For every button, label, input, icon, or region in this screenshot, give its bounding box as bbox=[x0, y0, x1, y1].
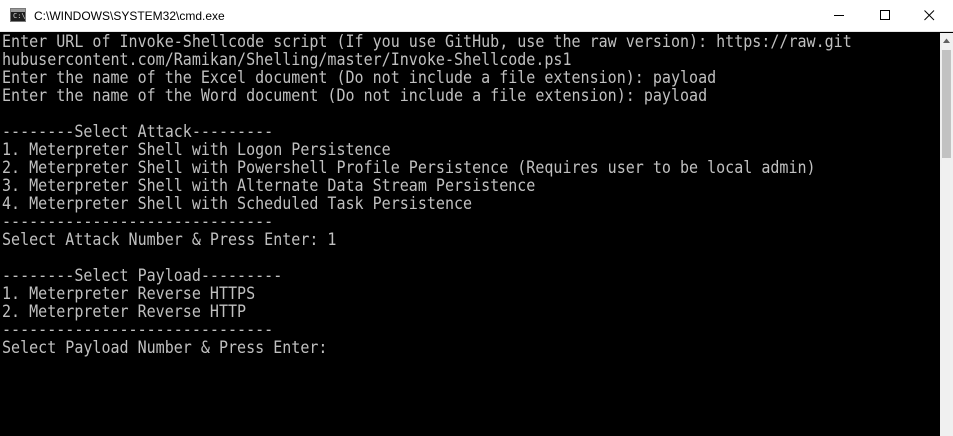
scroll-up-button[interactable] bbox=[940, 33, 953, 49]
console-line: ------------------------------ bbox=[2, 212, 274, 231]
cmd-icon[interactable]: C:\ bbox=[10, 8, 26, 22]
console-line: 1. Meterpreter Shell with Logon Persiste… bbox=[2, 140, 391, 159]
cmd-icon-glyph: C:\ bbox=[13, 12, 26, 20]
console-output[interactable]: Enter URL of Invoke-Shellcode script (If… bbox=[0, 33, 940, 436]
arrow-up-icon bbox=[943, 38, 950, 43]
console-line: ------------------------------ bbox=[2, 320, 274, 339]
console-line: Enter the name of the Excel document (Do… bbox=[2, 68, 717, 87]
console-line: 4. Meterpreter Shell with Scheduled Task… bbox=[2, 194, 473, 213]
close-button[interactable] bbox=[907, 0, 953, 31]
console-line: --------Select Payload--------- bbox=[2, 266, 283, 285]
minimize-icon bbox=[834, 15, 844, 16]
console-line: 2. Meterpreter Reverse HTTP bbox=[2, 302, 247, 321]
vertical-scrollbar[interactable] bbox=[940, 33, 953, 436]
scrollbar-thumb[interactable] bbox=[942, 50, 951, 158]
console-line: Enter URL of Invoke-Shellcode script (If… bbox=[2, 33, 852, 51]
console-line: Select Attack Number & Press Enter: 1 bbox=[2, 230, 337, 249]
console-line: 3. Meterpreter Shell with Alternate Data… bbox=[2, 176, 536, 195]
close-icon bbox=[924, 10, 935, 21]
console-line: 2. Meterpreter Shell with Powershell Pro… bbox=[2, 158, 816, 177]
window-title: C:\WINDOWS\SYSTEM32\cmd.exe bbox=[34, 9, 225, 23]
console-line: hubusercontent.com/Ramikan/Shelling/mast… bbox=[2, 50, 572, 69]
console-line: --------Select Attack--------- bbox=[2, 122, 274, 141]
maximize-icon bbox=[880, 10, 890, 20]
console-prompt-line: Select Payload Number & Press Enter: bbox=[2, 338, 337, 357]
console-line: Enter the name of the Word document (Do … bbox=[2, 86, 708, 105]
minimize-button[interactable] bbox=[817, 0, 863, 31]
title-bar[interactable]: C:\ C:\WINDOWS\SYSTEM32\cmd.exe bbox=[0, 0, 953, 32]
cmd-window: C:\ C:\WINDOWS\SYSTEM32\cmd.exe Enter UR… bbox=[0, 0, 953, 436]
console-line: 1. Meterpreter Reverse HTTPS bbox=[2, 284, 256, 303]
maximize-button[interactable] bbox=[863, 0, 909, 31]
